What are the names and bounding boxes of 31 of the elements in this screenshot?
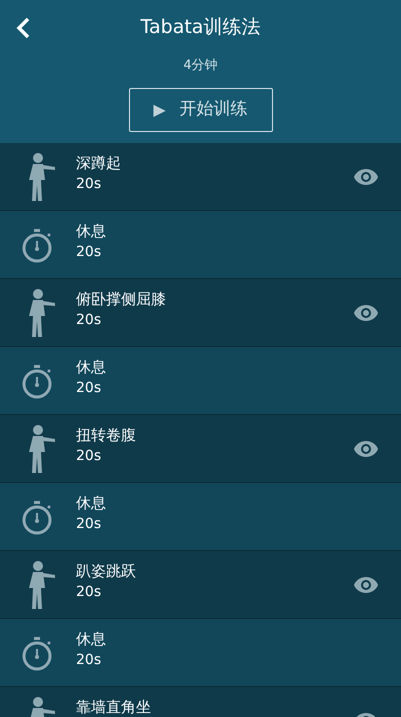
- total-duration: 4分钟: [183, 57, 218, 75]
- exercise-name: 扭转卷腹: [76, 426, 137, 445]
- page-title: Tabata训练法: [140, 15, 260, 40]
- eye-icon[interactable]: [353, 440, 379, 458]
- exercise-row[interactable]: 深蹲起 20s: [0, 143, 401, 211]
- exercise-duration: 20s: [76, 311, 102, 330]
- exercise-duration: 20s: [76, 379, 102, 398]
- exercise-row[interactable]: 俯卧撑侧屈膝 20s: [0, 279, 401, 347]
- exercise-duration: 20s: [76, 243, 102, 262]
- eye-icon[interactable]: [353, 576, 379, 594]
- exercise-name: 深蹲起: [76, 154, 122, 173]
- play-icon: ▶: [153, 98, 166, 122]
- back-icon[interactable]: [16, 17, 30, 39]
- exercise-duration: 20s: [76, 447, 102, 466]
- start-button[interactable]: ▶ 开始训练: [128, 88, 272, 132]
- exercise-duration: 20s: [76, 651, 102, 670]
- exercise-name: 靠墙直角坐: [76, 698, 152, 717]
- exercise-row[interactable]: 扭转卷腹 20s: [0, 415, 401, 483]
- exercise-name: 休息: [76, 222, 107, 241]
- exercise-name: 休息: [76, 494, 107, 513]
- eye-icon[interactable]: [353, 168, 379, 186]
- exercise-name: 趴姿跳跃: [76, 562, 137, 581]
- exercise-duration: 20s: [76, 515, 102, 534]
- exercise-duration: 20s: [76, 175, 102, 194]
- exercise-row[interactable]: 趴姿跳跃 20s: [0, 551, 401, 619]
- eye-icon[interactable]: [353, 304, 379, 322]
- exercise-duration: 20s: [76, 583, 102, 602]
- exercise-name: 俯卧撑侧屈膝: [76, 290, 167, 309]
- exercise-name: 休息: [76, 630, 107, 649]
- exercise-row[interactable]: 靠墙直角坐: [0, 687, 401, 717]
- exercise-name: 休息: [76, 358, 107, 377]
